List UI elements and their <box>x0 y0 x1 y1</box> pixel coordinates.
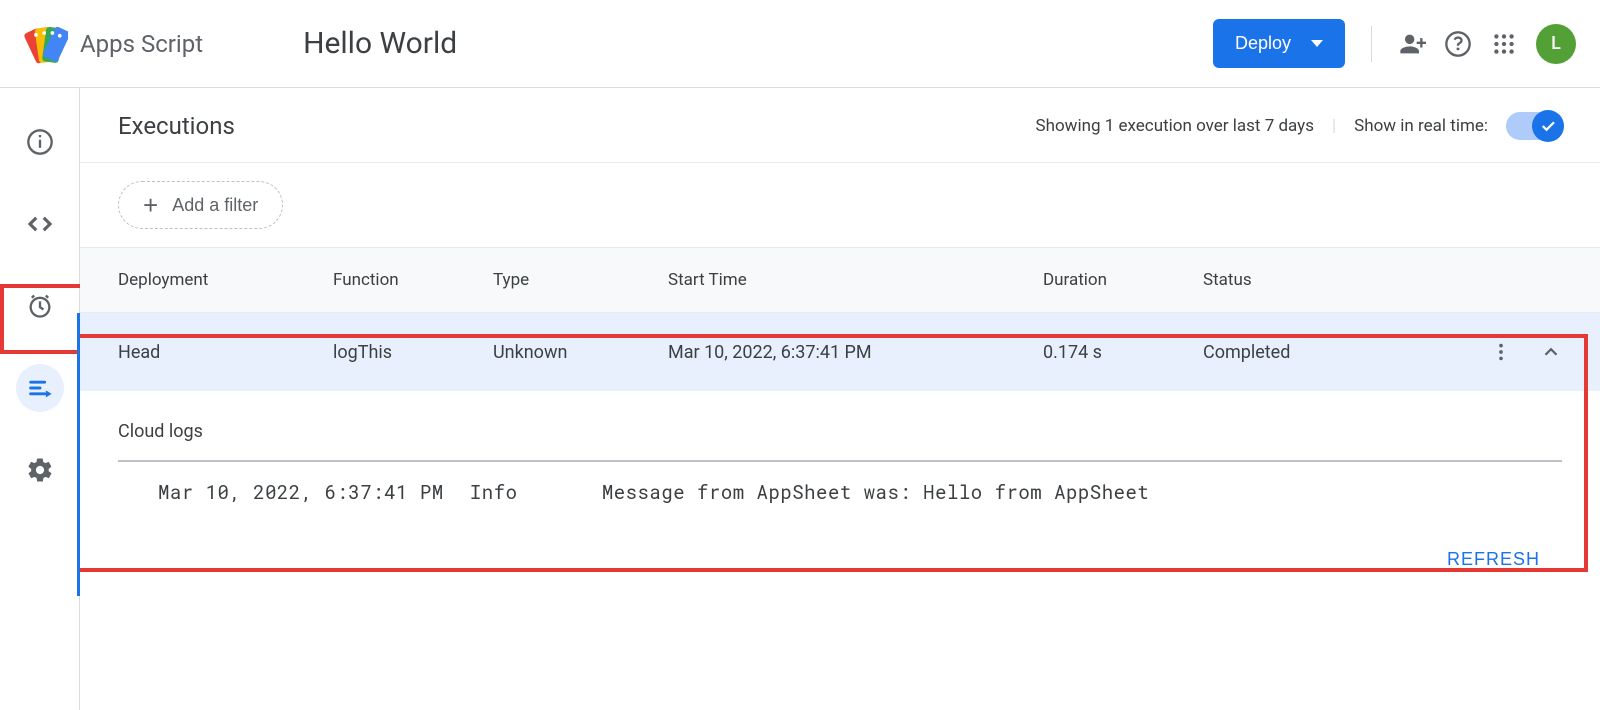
realtime-label: Show in real time: <box>1354 116 1488 136</box>
column-type: Type <box>493 270 668 290</box>
add-filter-button[interactable]: + Add a filter <box>118 181 283 229</box>
add-filter-label: Add a filter <box>172 195 258 216</box>
cloud-logs-panel: Cloud logs Mar 10, 2022, 6:37:41 PM Info… <box>77 391 1600 523</box>
header-actions: Deploy L <box>1213 19 1576 68</box>
cell-function: logThis <box>333 342 493 363</box>
check-icon <box>1532 110 1564 142</box>
realtime-toggle[interactable] <box>1506 112 1562 140</box>
log-time: Mar 10, 2022, 6:37:41 PM <box>158 480 458 505</box>
log-message: Message from AppSheet was: Hello from Ap… <box>602 480 1150 505</box>
column-function: Function <box>333 270 493 290</box>
column-start-time: Start Time <box>668 270 1043 290</box>
share-person-icon[interactable] <box>1398 30 1426 58</box>
page-header: Executions Showing 1 execution over last… <box>80 88 1600 163</box>
cell-deployment: Head <box>118 342 333 363</box>
chevron-up-icon[interactable] <box>1540 341 1562 363</box>
sidebar-item-triggers[interactable] <box>16 282 64 330</box>
sidebar-item-executions[interactable] <box>16 364 64 412</box>
log-level: Info <box>470 480 590 505</box>
filter-row: + Add a filter <box>80 163 1600 247</box>
help-icon[interactable] <box>1444 30 1472 58</box>
apps-script-logo-icon <box>24 22 68 66</box>
plus-icon: + <box>143 192 158 218</box>
column-status: Status <box>1203 270 1562 290</box>
apps-grid-icon[interactable] <box>1490 30 1518 58</box>
log-entry: Mar 10, 2022, 6:37:41 PM Info Message fr… <box>118 462 1562 523</box>
logo-area: Apps Script <box>24 22 203 66</box>
column-duration: Duration <box>1043 270 1203 290</box>
sidebar <box>0 88 80 710</box>
cell-start-time: Mar 10, 2022, 6:37:41 PM <box>668 342 1043 363</box>
refresh-button[interactable]: REFRESH <box>1447 549 1540 570</box>
sidebar-item-overview[interactable] <box>16 118 64 166</box>
app-header: Apps Script Hello World Deploy L <box>0 0 1600 88</box>
chevron-down-icon <box>1311 40 1323 47</box>
cloud-logs-title: Cloud logs <box>118 421 1562 442</box>
table-header: Deployment Function Type Start Time Dura… <box>80 247 1600 313</box>
column-deployment: Deployment <box>118 270 333 290</box>
more-options-icon[interactable] <box>1490 341 1512 363</box>
execution-row[interactable]: Head logThis Unknown Mar 10, 2022, 6:37:… <box>77 313 1600 391</box>
status-text: Showing 1 execution over last 7 days <box>1036 116 1314 136</box>
page-title: Executions <box>118 112 235 140</box>
brand-name: Apps Script <box>80 30 203 58</box>
refresh-row: REFRESH <box>77 523 1600 596</box>
main-content: Executions Showing 1 execution over last… <box>80 88 1600 710</box>
avatar[interactable]: L <box>1536 24 1576 64</box>
divider: | <box>1332 116 1336 136</box>
project-title: Hello World <box>303 26 457 61</box>
cell-status: Completed <box>1203 342 1452 363</box>
divider <box>1371 26 1372 62</box>
cell-type: Unknown <box>493 342 668 363</box>
deploy-label: Deploy <box>1235 33 1291 54</box>
deploy-button[interactable]: Deploy <box>1213 19 1345 68</box>
sidebar-item-settings[interactable] <box>16 446 64 494</box>
status-area: Showing 1 execution over last 7 days | S… <box>1036 112 1562 140</box>
cell-duration: 0.174 s <box>1043 342 1203 363</box>
sidebar-item-editor[interactable] <box>16 200 64 248</box>
